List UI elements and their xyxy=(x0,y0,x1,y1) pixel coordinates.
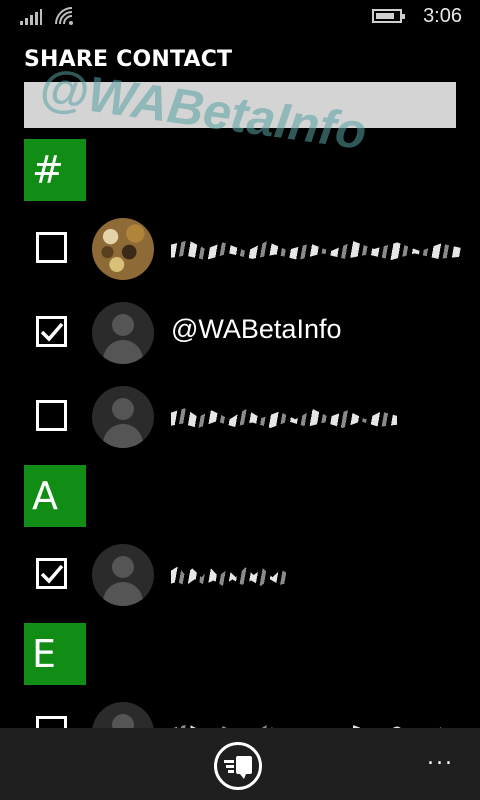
contact-name: @WABetaInfo xyxy=(171,314,342,344)
contact-checkbox[interactable] xyxy=(36,400,67,431)
avatar xyxy=(92,218,154,280)
contact-row[interactable] xyxy=(0,534,480,616)
contact-row[interactable] xyxy=(0,376,480,458)
app-bar: ... xyxy=(0,728,480,800)
redacted-contact-name xyxy=(171,566,289,586)
checkmark-icon xyxy=(40,564,64,584)
contact-row[interactable] xyxy=(0,208,480,290)
search-input[interactable] xyxy=(24,82,456,128)
page-title: SHARE CONTACT xyxy=(24,47,233,72)
more-options-button[interactable]: ... xyxy=(421,744,460,771)
group-header-a[interactable]: A xyxy=(24,465,86,527)
redacted-contact-name xyxy=(171,240,461,260)
redacted-contact-name xyxy=(171,408,397,428)
status-time: 3:06 xyxy=(423,5,462,27)
share-contact-button[interactable] xyxy=(214,742,262,790)
avatar xyxy=(92,386,154,448)
contact-row[interactable]: @WABetaInfo xyxy=(0,292,480,374)
avatar xyxy=(92,544,154,606)
contact-checkbox-checked[interactable] xyxy=(36,558,67,589)
checkmark-icon xyxy=(40,322,64,342)
avatar xyxy=(92,302,154,364)
contact-checkbox-checked[interactable] xyxy=(36,316,67,347)
screen: 3:06 SHARE CONTACT @WABetaInfo # @WABeta… xyxy=(0,0,480,800)
signal-strength-icon xyxy=(20,9,42,25)
contact-checkbox[interactable] xyxy=(36,232,67,263)
share-contact-icon xyxy=(224,756,252,779)
group-header-hash[interactable]: # xyxy=(24,139,86,201)
wifi-icon xyxy=(55,7,73,25)
group-header-e[interactable]: E xyxy=(24,623,86,685)
battery-icon xyxy=(372,9,405,23)
status-bar: 3:06 xyxy=(0,0,480,34)
